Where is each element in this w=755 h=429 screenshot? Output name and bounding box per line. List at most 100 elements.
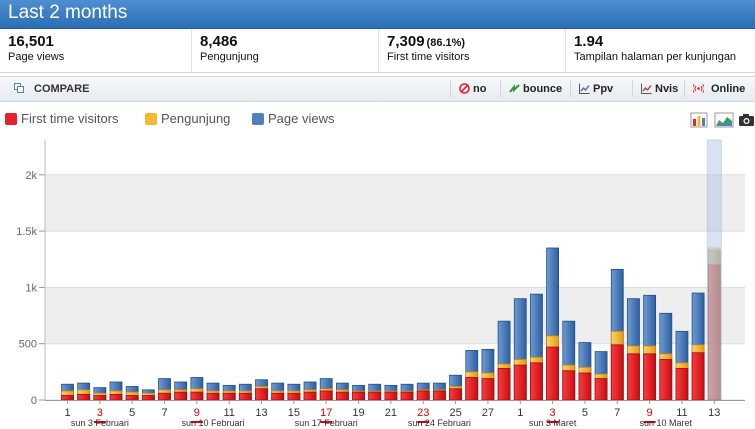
legend-swatch — [145, 113, 157, 125]
bar-first-time-visitors — [255, 388, 268, 401]
button-label: Online — [711, 83, 746, 95]
bar-first-time-visitors — [384, 391, 398, 401]
bar-first-time-visitors — [594, 378, 608, 401]
nvis-button[interactable]: Nvis — [632, 80, 683, 97]
bounce-button[interactable]: bounce — [500, 80, 571, 97]
button-label: Ppv — [593, 83, 614, 95]
bar-first-time-visitors — [61, 395, 74, 401]
bar-first-time-visitors — [190, 391, 204, 401]
stat-value: 16,501 — [8, 33, 54, 50]
compare-toolbar: COMPARE no bounce Ppv Nvis Online — [0, 76, 755, 102]
y-tick-label: 0 — [31, 395, 37, 407]
ppv-button[interactable]: Ppv — [570, 80, 626, 97]
bar-chart-type-icon[interactable] — [690, 112, 708, 128]
bar-first-time-visitors — [77, 393, 91, 401]
bar-first-time-visitors — [416, 390, 430, 401]
stat-label: Tampilan halaman per kunjungan — [574, 51, 737, 63]
bar-first-time-visitors — [481, 378, 495, 401]
current-day-highlight — [706, 139, 722, 401]
week-label: sun 17 Februari — [295, 418, 358, 428]
stat-page-views: 16,501 Page views — [0, 29, 190, 72]
bar-first-time-visitors — [206, 392, 220, 401]
x-tick-label: 13 — [255, 407, 267, 419]
bar-first-time-visitors — [578, 372, 592, 401]
bar-first-time-visitors — [675, 368, 689, 401]
x-tick-label: 27 — [482, 407, 494, 419]
bar-first-time-visitors — [303, 391, 317, 401]
y-tick-label: 1.5k — [16, 226, 37, 238]
bar-first-time-visitors — [497, 368, 511, 401]
x-tick-label: 21 — [385, 407, 397, 419]
week-label: sun 10 Februari — [182, 418, 245, 428]
y-tick-label: 500 — [19, 339, 37, 351]
chart-bands — [45, 174, 745, 401]
bar-first-time-visitors — [319, 390, 333, 401]
stat-first-time-visitors: 7,309 (86.1%) First time visitors — [378, 29, 565, 72]
bar-first-time-visitors — [271, 392, 285, 401]
chart-legend: First time visitors Pengunjung Page view… — [0, 108, 755, 130]
week-label: sun 24 Februari — [408, 418, 471, 428]
y-tick-label: 1k — [25, 282, 37, 294]
bar-first-time-visitors — [513, 364, 527, 401]
bar-first-time-visitors — [141, 395, 155, 401]
bar-first-time-visitors — [238, 392, 252, 401]
stat-value: 7,309 (86.1%) — [387, 33, 466, 50]
stats-row: 16,501 Page views 8,486 Pengunjung 7,309… — [0, 29, 755, 73]
legend-label: Page views — [268, 111, 335, 126]
week-label: sun 3 Februari — [71, 418, 129, 428]
week-label: sun 10 Maret — [640, 418, 693, 428]
compare-button[interactable]: COMPARE — [34, 83, 89, 95]
y-tick-label: 2k — [25, 170, 37, 182]
button-label: bounce — [523, 83, 563, 95]
stat-visitors: 8,486 Pengunjung — [191, 29, 378, 72]
stat-value: 1.94 — [574, 33, 604, 50]
broadcast-icon — [693, 84, 704, 93]
no-entry-icon — [459, 83, 470, 94]
stat-label: First time visitors — [387, 51, 470, 63]
bar-first-time-visitors — [465, 377, 479, 401]
grid-band — [45, 174, 745, 232]
bar-first-time-visitors — [433, 390, 446, 401]
bar-first-time-visitors — [691, 352, 705, 401]
line-chart-icon — [579, 83, 590, 94]
bar-first-time-visitors — [530, 362, 543, 401]
x-tick-label: 7 — [614, 407, 620, 419]
area-chart-type-icon[interactable] — [714, 112, 734, 128]
bar-first-time-visitors — [93, 395, 107, 401]
bar-first-time-visitors — [222, 392, 236, 401]
x-tick-label: 5 — [582, 407, 588, 419]
bar-first-time-visitors — [174, 391, 188, 401]
compare-icon[interactable] — [14, 83, 24, 93]
bar-first-time-visitors — [610, 344, 624, 401]
bar-first-time-visitors — [449, 388, 462, 401]
bar-first-time-visitors — [562, 370, 576, 401]
bar-first-time-visitors — [546, 346, 559, 401]
bar-first-time-visitors — [352, 391, 365, 401]
bar-first-time-visitors — [287, 392, 301, 401]
y-axis: 0 500 1k 1.5k 2k — [16, 140, 46, 407]
x-tick-label: 1 — [64, 407, 70, 419]
bar-first-time-visitors — [158, 392, 171, 401]
bar-first-time-visitors — [627, 353, 640, 401]
bar-first-time-visitors — [335, 391, 349, 401]
x-tick-label: 5 — [129, 407, 135, 419]
legend-label: First time visitors — [21, 111, 119, 126]
grid-band — [45, 287, 745, 344]
page-title: Last 2 months — [8, 2, 128, 23]
x-axis: 1 3 5 7 9 11 13 15 17 19 21 23 25 27 1 3 5 7 9 11 13sun 3 Fe… — [45, 400, 745, 428]
legend-swatch — [252, 113, 264, 125]
line-chart-icon — [641, 83, 652, 94]
camera-icon[interactable] — [738, 113, 755, 127]
week-label: sun 3 Maret — [529, 418, 577, 428]
bar-first-time-visitors — [368, 391, 382, 401]
stat-label: Pengunjung — [200, 51, 259, 63]
button-label: Nvis — [655, 83, 679, 95]
x-tick-label: 7 — [161, 407, 167, 419]
title-bar: Last 2 months — [0, 0, 755, 29]
button-label: no — [473, 83, 487, 95]
online-button[interactable]: Online — [684, 80, 755, 97]
bounce-arrow-icon — [509, 84, 520, 93]
bar-first-time-visitors — [125, 395, 139, 401]
bar-first-time-visitors — [659, 359, 673, 401]
legend-label: Pengunjung — [161, 111, 231, 126]
